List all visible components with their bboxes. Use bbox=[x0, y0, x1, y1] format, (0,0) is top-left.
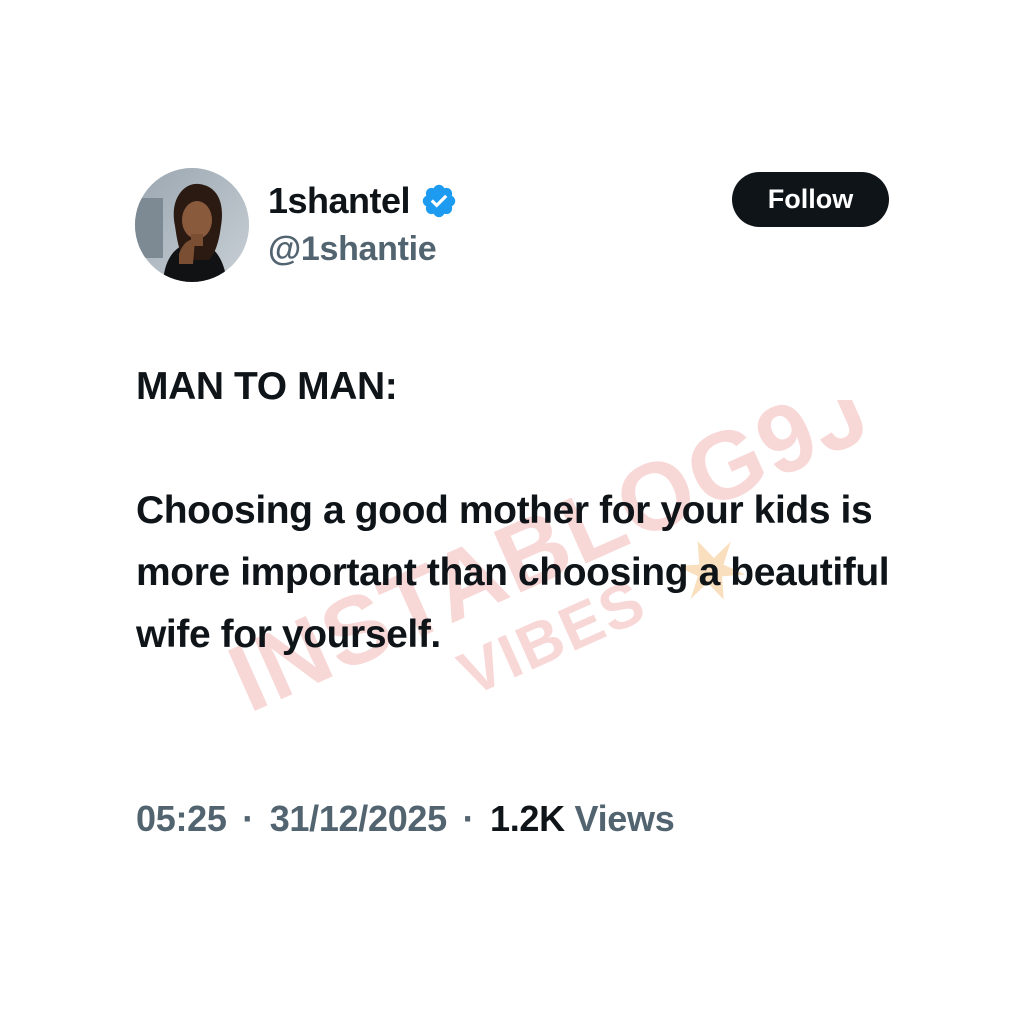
tweet-date[interactable]: 31/12/2025 bbox=[270, 798, 447, 839]
meta-separator: · bbox=[462, 798, 475, 839]
meta-separator: · bbox=[242, 798, 254, 839]
author-name-row: 1shantel bbox=[268, 176, 458, 226]
tweet-time[interactable]: 05:25 bbox=[136, 798, 227, 839]
tweet-text: MAN TO MAN: Choosing a good mother for y… bbox=[136, 356, 916, 666]
author-avatar[interactable] bbox=[135, 168, 249, 282]
author-handle[interactable]: @1shantie bbox=[268, 230, 437, 269]
tweet-heading: MAN TO MAN: bbox=[136, 365, 398, 408]
verified-badge-icon bbox=[422, 184, 456, 218]
tweet-meta: 05:25 · 31/12/2025 · 1.2K Views bbox=[136, 798, 675, 840]
views-count: 1.2K bbox=[489, 798, 565, 839]
views-label: Views bbox=[574, 798, 675, 839]
tweet-body: Choosing a good mother for your kids is … bbox=[136, 489, 890, 656]
avatar-photo bbox=[135, 168, 249, 282]
follow-button[interactable]: Follow bbox=[732, 172, 889, 227]
tweet-card: 1shantel @1shantie Follow INSTABLOG9JA V… bbox=[0, 0, 1024, 1024]
author-display-name[interactable]: 1shantel bbox=[268, 180, 411, 222]
